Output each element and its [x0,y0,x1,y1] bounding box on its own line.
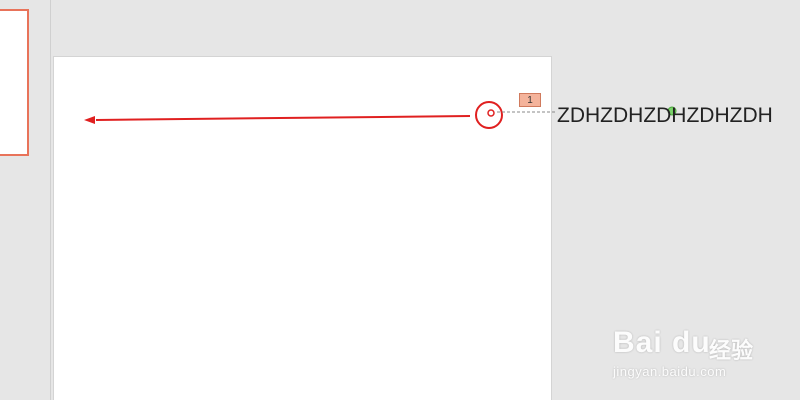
animated-text-box[interactable]: ZDHZDHZDHZDHZDH [557,103,773,129]
watermark-brand: 经验 [709,338,754,363]
baidu-watermark: Bai du 经验 jingyan.baidu.com [613,318,763,388]
animation-order-tag[interactable]: 1 [519,93,541,107]
watermark-logo: Bai du [613,326,711,359]
watermark-url: jingyan.baidu.com [613,364,727,379]
slide-thumbnail-selected[interactable] [0,9,29,156]
slide-thumbnail-pane [0,0,51,400]
powerpoint-editor: 1 ZDHZDHZDHZDHZDH Bai du 经验 jingyan.baid… [0,0,800,400]
